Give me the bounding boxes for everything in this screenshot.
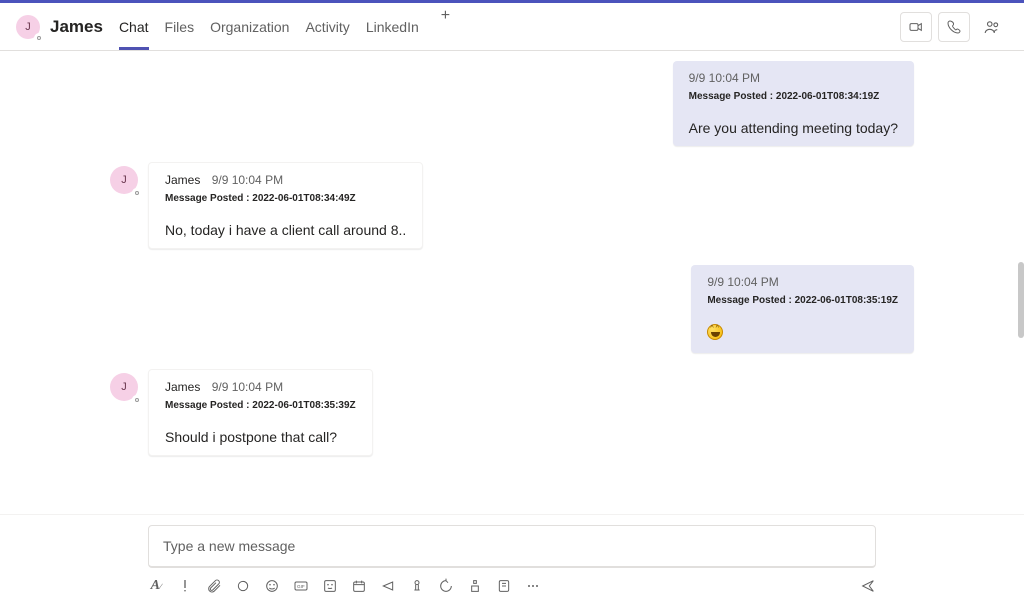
add-tab-button[interactable]: +: [441, 7, 450, 47]
message-posted-label: Message Posted : 2022-06-01T08:34:49Z: [165, 193, 406, 204]
message-meta: James 9/9 10:04 PM: [165, 173, 406, 187]
priority-icon[interactable]: [177, 578, 193, 594]
more-icon[interactable]: [525, 578, 541, 594]
compose-toolbar: A∕ GIF: [148, 578, 876, 594]
gif-icon[interactable]: GIF: [293, 578, 309, 594]
message-author: James: [165, 380, 200, 394]
approvals-icon[interactable]: [467, 578, 483, 594]
message-input[interactable]: Type a new message: [148, 525, 876, 568]
send-button[interactable]: [860, 578, 876, 594]
message-out: 9/9 10:04 PM Message Posted : 2022-06-01…: [110, 61, 914, 146]
praise-icon[interactable]: [409, 578, 425, 594]
viva-icon[interactable]: [496, 578, 512, 594]
emoji-icon[interactable]: [264, 578, 280, 594]
sticker-icon[interactable]: [322, 578, 338, 594]
video-call-button[interactable]: [900, 12, 932, 42]
message-time: 9/9 10:04 PM: [707, 275, 898, 289]
message-time: 9/9 10:04 PM: [689, 71, 898, 85]
message-avatar[interactable]: J: [110, 166, 138, 194]
contact-name: James: [50, 17, 103, 37]
loop-icon[interactable]: [235, 578, 251, 594]
schedule-send-icon[interactable]: [351, 578, 367, 594]
tab-files[interactable]: Files: [165, 7, 195, 47]
tab-organization[interactable]: Organization: [210, 7, 289, 47]
message-avatar[interactable]: J: [110, 373, 138, 401]
message-text: Should i postpone that call?: [165, 429, 356, 445]
laugh-emoji-icon: [707, 324, 723, 340]
stream-icon[interactable]: [380, 578, 396, 594]
message-in: J James 9/9 10:04 PM Message Posted : 20…: [110, 162, 914, 249]
tab-chat[interactable]: Chat: [119, 7, 149, 47]
avatar-initial: J: [25, 21, 31, 33]
message-posted-label: Message Posted : 2022-06-01T08:34:19Z: [689, 91, 898, 102]
scrollbar-thumb[interactable]: [1018, 262, 1024, 338]
message-in: J James 9/9 10:04 PM Message Posted : 20…: [110, 369, 914, 456]
message-out: 9/9 10:04 PM Message Posted : 2022-06-01…: [110, 265, 914, 353]
message-text: Are you attending meeting today?: [689, 120, 898, 136]
presence-status-icon: [34, 33, 44, 43]
tab-activity[interactable]: Activity: [305, 7, 349, 47]
message-posted-label: Message Posted : 2022-06-01T08:35:39Z: [165, 400, 356, 411]
people-button[interactable]: [976, 12, 1008, 42]
compose-area: Type a new message A∕ GIF: [0, 514, 1024, 606]
message-emoji: [707, 324, 898, 343]
header-actions: [900, 12, 1008, 42]
message-meta: James 9/9 10:04 PM: [165, 380, 356, 394]
avatar-initial: J: [121, 174, 127, 186]
chat-scroll-area[interactable]: 9/9 10:04 PM Message Posted : 2022-06-01…: [0, 51, 1024, 514]
message-text: No, today i have a client call around 8.…: [165, 222, 406, 238]
presence-status-icon: [132, 188, 141, 197]
header-tabs: Chat Files Organization Activity LinkedI…: [119, 7, 450, 47]
presence-status-icon: [132, 395, 141, 404]
message-bubble[interactable]: 9/9 10:04 PM Message Posted : 2022-06-01…: [673, 61, 914, 146]
message-author: James: [165, 173, 200, 187]
message-time: 9/9 10:04 PM: [212, 380, 283, 394]
tab-linkedin[interactable]: LinkedIn: [366, 7, 419, 47]
contact-avatar[interactable]: J: [16, 15, 40, 39]
message-posted-label: Message Posted : 2022-06-01T08:35:19Z: [707, 295, 898, 306]
format-icon[interactable]: A∕: [148, 578, 164, 594]
message-time: 9/9 10:04 PM: [212, 173, 283, 187]
attach-icon[interactable]: [206, 578, 222, 594]
avatar-initial: J: [121, 381, 127, 393]
message-bubble[interactable]: 9/9 10:04 PM Message Posted : 2022-06-01…: [691, 265, 914, 353]
updates-icon[interactable]: [438, 578, 454, 594]
svg-text:GIF: GIF: [297, 584, 305, 589]
message-bubble[interactable]: James 9/9 10:04 PM Message Posted : 2022…: [148, 369, 373, 456]
chat-header: J James Chat Files Organization Activity…: [0, 3, 1024, 51]
audio-call-button[interactable]: [938, 12, 970, 42]
message-bubble[interactable]: James 9/9 10:04 PM Message Posted : 2022…: [148, 162, 423, 249]
